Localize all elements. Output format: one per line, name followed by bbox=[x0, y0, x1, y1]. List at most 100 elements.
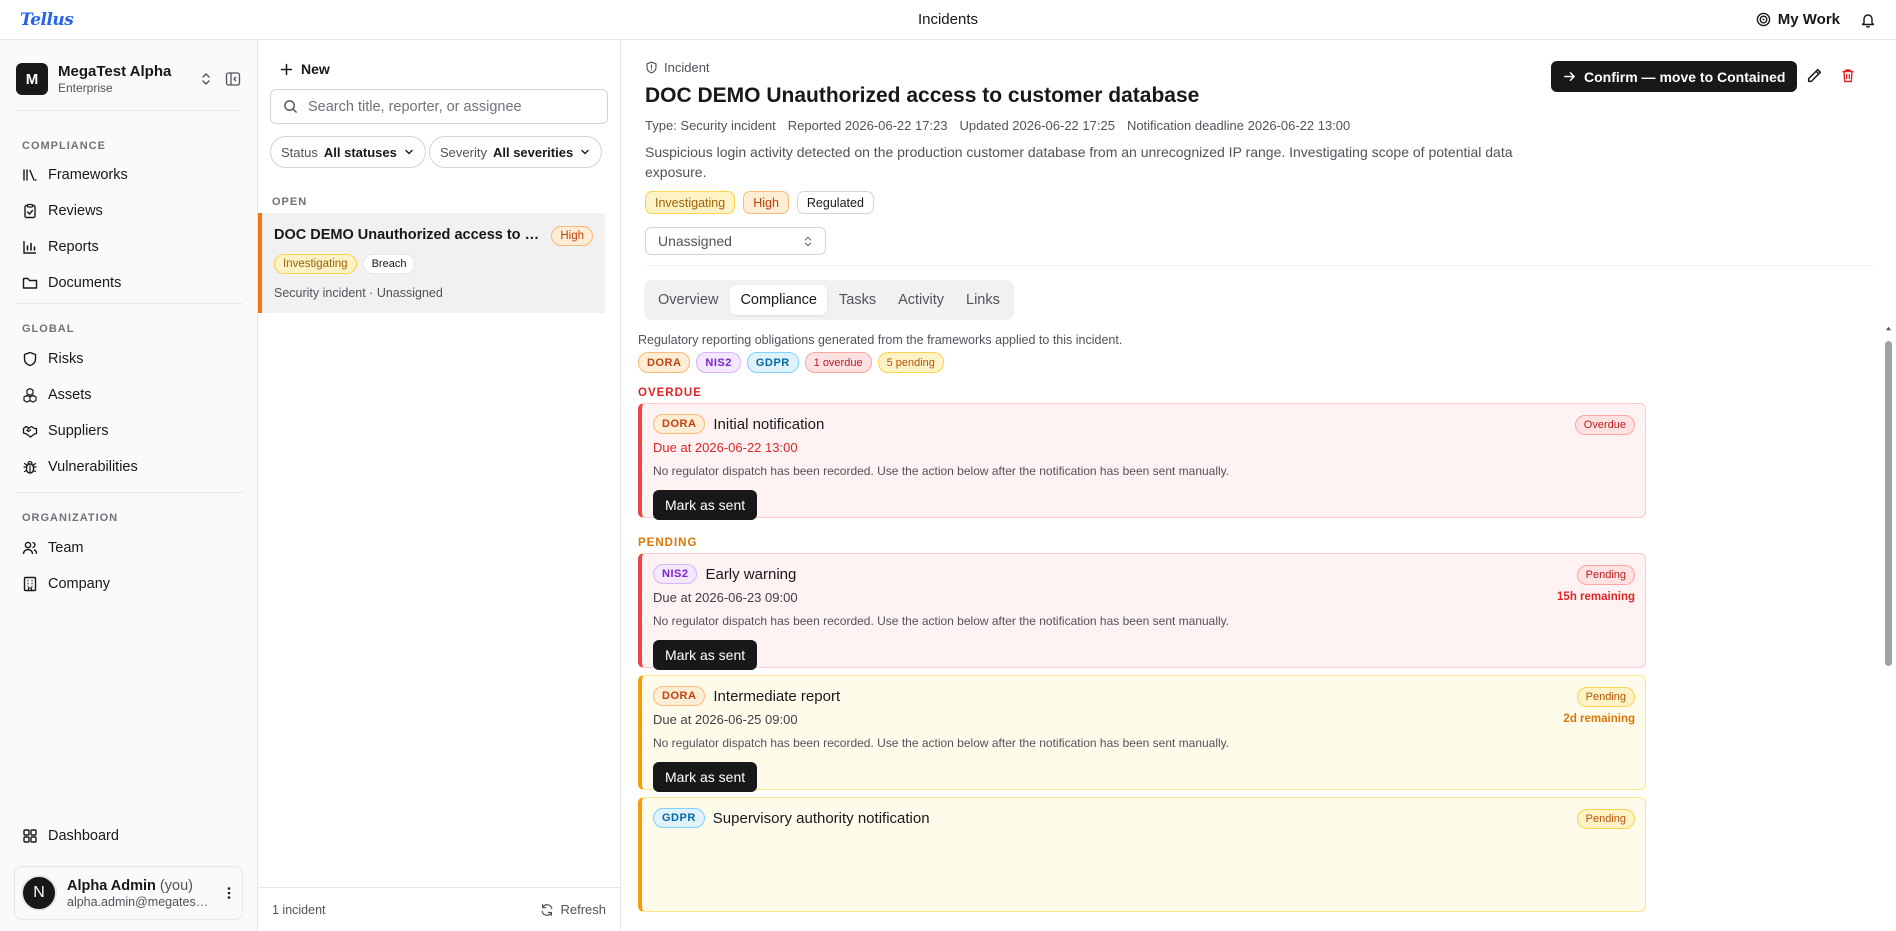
severity-badge: High bbox=[551, 226, 593, 246]
notification-deadline: Notification deadline 2026-06-22 13:00 bbox=[1126, 118, 1351, 133]
scroll-up-arrow-icon[interactable] bbox=[1885, 325, 1892, 332]
list-footer: 1 incident Refresh bbox=[258, 887, 620, 931]
org-avatar: M bbox=[16, 63, 48, 95]
sidebar-item-company[interactable]: Company bbox=[22, 570, 236, 598]
notifications-button[interactable] bbox=[1860, 12, 1876, 28]
status-filter[interactable]: Status All statuses bbox=[270, 136, 426, 168]
sidebar-item-dashboard[interactable]: Dashboard bbox=[22, 822, 236, 850]
refresh-button[interactable]: Refresh bbox=[540, 902, 606, 917]
sidebar-item-risks[interactable]: Risks bbox=[22, 345, 236, 373]
framework-chip-gdpr: GDPR bbox=[746, 352, 799, 373]
org-switcher[interactable]: M MegaTest Alpha Enterprise bbox=[16, 60, 242, 98]
refresh-icon bbox=[542, 903, 553, 916]
assignee-value: Unassigned bbox=[658, 233, 732, 249]
delete-button[interactable] bbox=[1840, 67, 1856, 88]
tab-links[interactable]: Links bbox=[956, 285, 1010, 315]
obligation-name: Initial notification bbox=[713, 415, 825, 433]
incident-meta-row: Type: Security incident Reported 2026-06… bbox=[645, 118, 1350, 133]
folder-icon bbox=[22, 277, 38, 289]
sidebar-item-reviews[interactable]: Reviews bbox=[22, 197, 236, 225]
status-badge: Investigating bbox=[274, 254, 357, 274]
filter-label: Status bbox=[281, 144, 318, 160]
obligation-name: Early warning bbox=[705, 565, 797, 583]
sidebar-section-global: GLOBAL bbox=[22, 323, 75, 335]
framework-badge: DORA bbox=[653, 686, 706, 706]
sidebar-item-label: Reviews bbox=[48, 203, 103, 219]
shield-icon bbox=[23, 351, 37, 367]
status-badge: Overdue bbox=[1574, 415, 1635, 435]
sidebar-divider bbox=[16, 303, 242, 304]
obligation-card: GDPR Supervisory authority notification … bbox=[638, 797, 1646, 912]
obligation-name: Intermediate report bbox=[713, 687, 841, 705]
confirm-button-label: Confirm — move to Contained bbox=[1584, 68, 1786, 85]
list-item[interactable]: DOC DEMO Unauthorized access to customer… bbox=[258, 213, 605, 313]
sidebar-item-documents[interactable]: Documents bbox=[22, 269, 236, 297]
edit-button[interactable] bbox=[1806, 67, 1823, 88]
tab-overview[interactable]: Overview bbox=[648, 285, 728, 315]
page-title: Incidents bbox=[917, 11, 979, 28]
incident-badges: Investigating High Regulated bbox=[645, 191, 874, 214]
top-bar: Tellus Incidents My Work bbox=[0, 0, 1896, 40]
sidebar-item-suppliers[interactable]: Suppliers bbox=[22, 417, 236, 445]
sidebar-item-label: Frameworks bbox=[48, 167, 128, 183]
tab-tasks[interactable]: Tasks bbox=[829, 285, 886, 315]
breadcrumb: Incident bbox=[645, 60, 710, 75]
assignee-select[interactable]: Unassigned bbox=[645, 227, 826, 255]
divider bbox=[645, 265, 1875, 266]
scrollbar-thumb[interactable] bbox=[1885, 341, 1892, 666]
search-icon bbox=[284, 100, 297, 113]
my-work-button[interactable]: My Work bbox=[1756, 11, 1840, 28]
top-right-actions: My Work bbox=[1756, 11, 1876, 28]
new-incident-button[interactable]: New bbox=[280, 56, 330, 82]
sidebar-item-frameworks[interactable]: Frameworks bbox=[22, 161, 236, 189]
new-button-label: New bbox=[301, 61, 330, 77]
building-icon bbox=[23, 576, 37, 592]
app-logo[interactable]: Tellus bbox=[20, 10, 74, 30]
handshake-icon bbox=[22, 425, 38, 438]
obligation-card: DORA Initial notification Due at 2026-06… bbox=[638, 403, 1646, 520]
detail-scrollbar[interactable] bbox=[1885, 325, 1892, 931]
sidebar: M MegaTest Alpha Enterprise COMPLIANCE F… bbox=[0, 40, 258, 931]
sidebar-item-label: Risks bbox=[48, 351, 84, 367]
boxes-icon bbox=[23, 387, 37, 403]
sidebar-item-label: Reports bbox=[48, 239, 99, 255]
obligation-due: Due at 2026-06-23 09:00 bbox=[653, 590, 798, 605]
more-vertical-icon[interactable] bbox=[222, 885, 236, 901]
obligation-note: No regulator dispatch has been recorded.… bbox=[653, 736, 1230, 750]
search-box bbox=[270, 89, 608, 124]
status-badge: Investigating bbox=[645, 191, 736, 214]
sidebar-item-vulnerabilities[interactable]: Vulnerabilities bbox=[22, 453, 236, 481]
time-remaining: 2d remaining bbox=[1563, 713, 1635, 725]
incident-title: DOC DEMO Unauthorized access to customer… bbox=[274, 227, 544, 243]
tab-compliance[interactable]: Compliance bbox=[730, 285, 828, 315]
search-input[interactable] bbox=[308, 98, 598, 115]
pending-section-label: PENDING bbox=[638, 537, 698, 549]
mark-as-sent-button[interactable]: Mark as sent bbox=[653, 490, 758, 520]
sidebar-item-team[interactable]: Team bbox=[22, 534, 236, 562]
user-display-name: Alpha Admin bbox=[67, 878, 156, 894]
sidebar-item-label: Dashboard bbox=[48, 828, 119, 844]
category-badge: Breach bbox=[362, 254, 416, 274]
org-plan: Enterprise bbox=[58, 81, 113, 95]
updated-at: Updated 2026-06-22 17:25 bbox=[959, 118, 1115, 133]
confirm-contained-button[interactable]: Confirm — move to Contained bbox=[1551, 61, 1798, 92]
sidebar-item-assets[interactable]: Assets bbox=[22, 381, 236, 409]
mark-as-sent-button[interactable]: Mark as sent bbox=[653, 640, 758, 670]
tab-activity[interactable]: Activity bbox=[888, 285, 954, 315]
avatar: N bbox=[21, 875, 57, 911]
incident-tags: Investigating Breach bbox=[274, 254, 416, 274]
user-name: Alpha Admin (you) bbox=[67, 877, 222, 895]
framework-badge: GDPR bbox=[653, 808, 705, 828]
sidebar-collapse-icon[interactable] bbox=[224, 71, 242, 87]
user-menu[interactable]: N Alpha Admin (you) alpha.admin@megatest… bbox=[14, 866, 243, 920]
filter-label: Severity bbox=[440, 144, 487, 160]
framework-chip-nis2: NIS2 bbox=[696, 352, 741, 373]
compliance-intro: Regulatory reporting obligations generat… bbox=[638, 333, 1123, 347]
obligation-card: NIS2 Early warning Due at 2026-06-23 09:… bbox=[638, 553, 1646, 670]
sidebar-item-reports[interactable]: Reports bbox=[22, 233, 236, 261]
severity-badge: High bbox=[743, 191, 789, 214]
overdue-section-label: OVERDUE bbox=[638, 387, 702, 399]
mark-as-sent-button[interactable]: Mark as sent bbox=[653, 762, 758, 792]
severity-filter[interactable]: Severity All severities bbox=[429, 136, 603, 168]
obligation-name: Supervisory authority notification bbox=[712, 809, 930, 827]
